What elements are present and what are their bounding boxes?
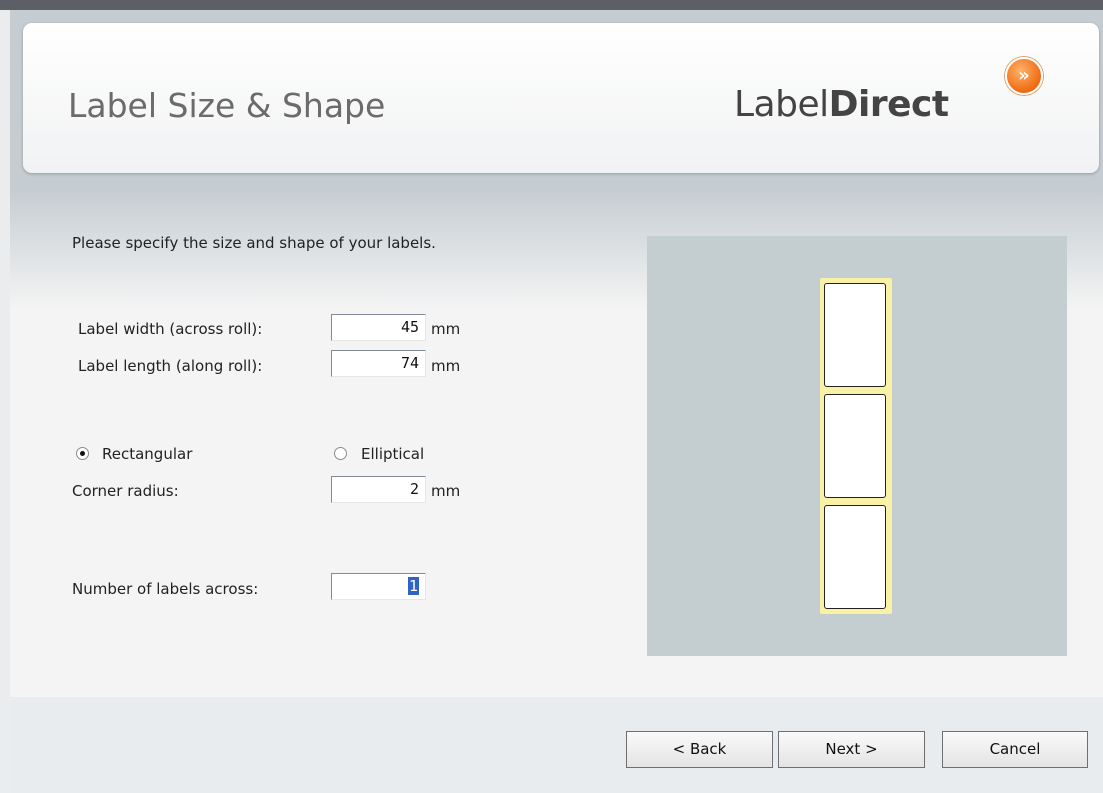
corner-radius-unit: mm	[431, 482, 461, 500]
labels-across-label: Number of labels across:	[72, 580, 259, 598]
labels-across-selected-value: 1	[407, 577, 419, 595]
corner-radius-label: Corner radius:	[72, 482, 179, 500]
rectangular-radio-label[interactable]: Rectangular	[102, 445, 192, 463]
elliptical-radio-label[interactable]: Elliptical	[361, 445, 424, 463]
next-button[interactable]: Next >	[778, 731, 925, 768]
label-width-label: Label width (across roll):	[78, 320, 263, 338]
page-title: Label Size & Shape	[68, 86, 386, 125]
label-length-label: Label length (along roll):	[78, 357, 263, 375]
logo-arrows-icon: »	[1005, 57, 1043, 95]
rectangular-radio[interactable]	[76, 447, 89, 460]
labels-across-input[interactable]: 1	[331, 573, 426, 600]
cancel-button[interactable]: Cancel	[942, 731, 1088, 768]
elliptical-radio[interactable]	[334, 447, 347, 460]
logo-text-regular: Label	[734, 84, 829, 125]
back-button[interactable]: < Back	[626, 731, 773, 768]
label-length-input[interactable]: 74	[331, 350, 426, 377]
label-width-unit: mm	[431, 320, 461, 338]
logo-text-bold: Direct	[828, 84, 949, 125]
instructions-text: Please specify the size and shape of you…	[72, 234, 436, 252]
window-top-bar	[0, 0, 1103, 10]
corner-radius-input[interactable]: 2	[331, 476, 426, 503]
left-edge	[0, 10, 10, 793]
label-preview-item	[824, 394, 886, 498]
label-preview-item	[824, 283, 886, 387]
footer-bar	[10, 697, 1103, 793]
logo: LabelDirect	[734, 84, 949, 125]
label-length-unit: mm	[431, 357, 461, 375]
label-preview-item	[824, 505, 886, 609]
label-width-input[interactable]: 45	[331, 314, 426, 341]
